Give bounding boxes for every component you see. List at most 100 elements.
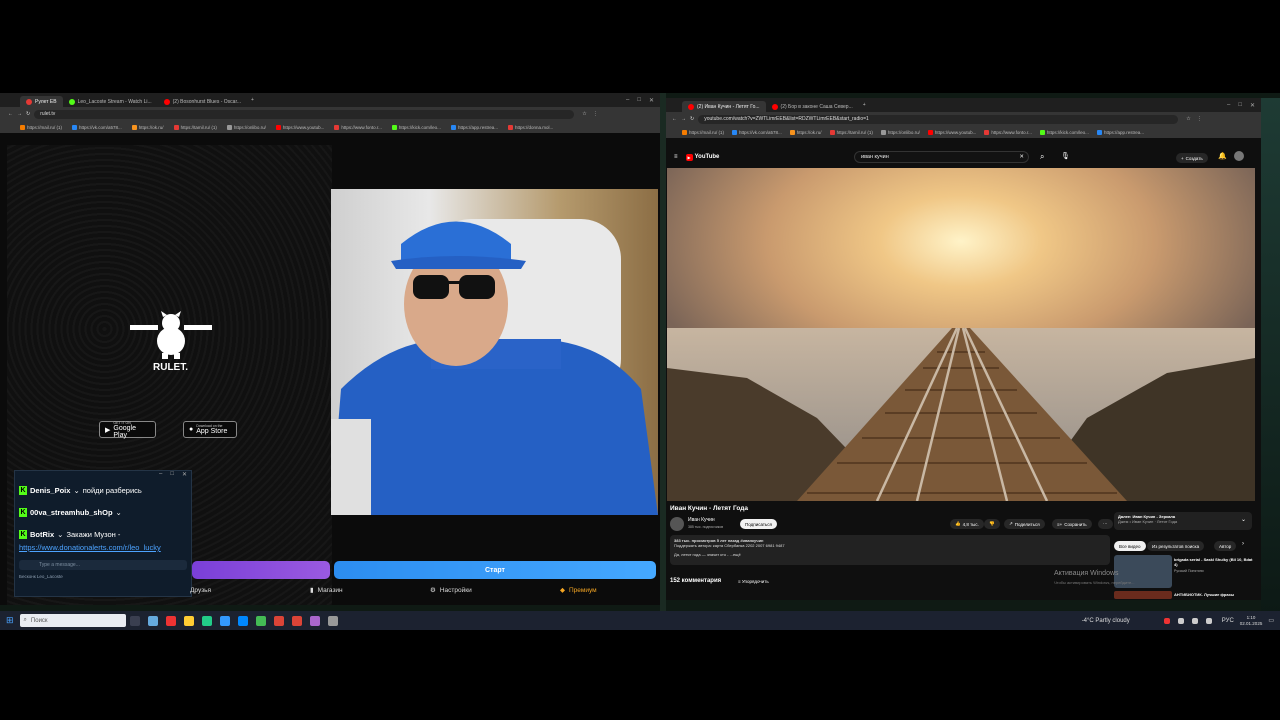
bookmark[interactable]: https://kick.com/leo... [1039, 129, 1089, 135]
recommendation-title[interactable]: brigada serial - Saskl Shulky (Bil 10, B… [1174, 557, 1254, 567]
recommendation-thumbnail[interactable] [1114, 591, 1172, 599]
maximize-icon[interactable]: □ [170, 471, 174, 481]
task-view-icon[interactable] [129, 615, 140, 626]
nav-friends[interactable]: Друзья [190, 587, 310, 594]
save-button[interactable]: ≡+ Сохранить [1052, 519, 1092, 529]
forward-icon[interactable]: → [681, 116, 686, 122]
new-tab-icon[interactable]: + [863, 102, 866, 108]
bookmark[interactable]: https://kick.com/leo... [391, 124, 441, 130]
tray-icon[interactable] [1163, 617, 1170, 624]
bookmark[interactable]: https://www.youtub... [927, 129, 976, 135]
youtube-search-input[interactable]: иван кучин ✕ [854, 151, 1029, 163]
right-url-field[interactable]: youtube.com/watch?v=ZWTLimrEEB&list=RDZW… [698, 114, 1179, 124]
reload-icon[interactable]: ↻ [690, 116, 694, 122]
language-indicator[interactable]: РУС [1222, 618, 1234, 624]
purple-button[interactable] [192, 561, 330, 579]
chat-input[interactable]: Type a message... [19, 560, 187, 570]
mic-icon[interactable]: 🎙 [1061, 152, 1070, 160]
donation-link[interactable]: https://www.donationalerts.com/r/leo_luc… [15, 543, 191, 552]
notification-icon[interactable]: ▭ [1268, 617, 1274, 624]
app-icon[interactable] [201, 615, 212, 626]
taskbar-search-input[interactable]: ⌕ Поиск [19, 614, 126, 627]
create-button[interactable]: + Создать [1176, 153, 1208, 163]
maximize-icon[interactable]: □ [1238, 102, 1242, 108]
minimize-icon[interactable]: – [626, 97, 629, 103]
wifi-icon[interactable] [1191, 617, 1198, 624]
channel-avatar[interactable] [670, 517, 684, 531]
bell-icon[interactable]: 🔔 [1218, 152, 1227, 160]
chrome-icon[interactable] [273, 615, 284, 626]
bookmark[interactable]: https://mail.ru/ (1) [682, 129, 724, 135]
back-icon[interactable]: ← [8, 111, 13, 117]
sort-button[interactable]: ≡ Упорядочить [738, 579, 769, 584]
bookmark[interactable]: https://ok.ru/ [131, 124, 164, 130]
bookmark[interactable]: https://onlibo.ru/ [226, 124, 266, 130]
search-icon[interactable]: ⌕ [1040, 152, 1044, 162]
folder-icon[interactable] [183, 615, 194, 626]
bookmark[interactable]: https://donna.mol... [507, 124, 553, 130]
menu-icon[interactable]: ⋮ [593, 111, 598, 117]
subscribe-button[interactable]: Подписаться [740, 519, 777, 529]
star-icon[interactable]: ☆ [582, 111, 586, 117]
left-tab-0[interactable]: Рулет ЕВ [20, 96, 63, 107]
right-tab-0[interactable]: (2) Иван Кучин - Летят Го... [682, 101, 766, 112]
bookmark[interactable]: https://www.youtub... [275, 124, 324, 130]
app-icon[interactable] [219, 615, 230, 626]
left-tab-2[interactable]: (2) Bosonhurst Blues - Oscar... [158, 96, 247, 107]
recommendation-title[interactable]: АНТИБИОТИК. Лучшие фразы [1174, 592, 1234, 597]
menu-icon[interactable]: ⋮ [1197, 116, 1202, 122]
back-icon[interactable]: ← [672, 116, 677, 122]
chip-author[interactable]: Автор [1214, 541, 1237, 551]
start-button[interactable]: Старт [334, 561, 656, 579]
star-icon[interactable]: ☆ [1186, 116, 1190, 122]
video-player[interactable] [667, 168, 1255, 501]
bookmark[interactable]: https://ok.ru/ [789, 129, 822, 135]
tray-icon[interactable] [1177, 617, 1184, 624]
telegram-icon[interactable] [237, 615, 248, 626]
bookmark[interactable]: https://tamil.ru/ (1) [173, 124, 217, 130]
bookmark[interactable]: https://app.restrea... [450, 124, 498, 130]
app-store-button[interactable]: ● Download on the App Store [183, 421, 237, 438]
new-tab-icon[interactable]: + [251, 97, 254, 103]
google-play-button[interactable]: ▶ GET IT ON Google Play [99, 421, 156, 439]
clock[interactable]: 1:10 02.01.2025 [1240, 615, 1263, 627]
dislike-button[interactable]: 👎 [984, 519, 1000, 529]
minimize-icon[interactable]: – [159, 471, 162, 481]
minimize-icon[interactable]: – [1227, 102, 1230, 108]
nav-premium[interactable]: ◆ Премиум [560, 586, 597, 595]
left-url-field[interactable]: rulet.tv [34, 109, 575, 119]
reload-icon[interactable]: ↻ [26, 111, 30, 117]
bookmark[interactable]: https://vk.com/a578... [72, 124, 122, 130]
channel-name[interactable]: Иван Кучин [688, 517, 715, 523]
close-icon[interactable]: ✕ [1250, 102, 1255, 109]
youtube-logo[interactable]: ▶ YouTube [685, 153, 719, 161]
right-tab-1[interactable]: (2) Бор в законе Саша Север... [766, 101, 859, 112]
hamburger-icon[interactable]: ≡ [674, 154, 678, 160]
chip-search[interactable]: Из результатов поиска [1147, 541, 1205, 551]
close-icon[interactable]: ✕ [182, 471, 187, 481]
like-button[interactable]: 👍 4,8 тыс. [950, 519, 984, 529]
maximize-icon[interactable]: □ [637, 97, 641, 103]
bookmark[interactable]: https://vk.com/a578... [732, 129, 782, 135]
app-icon[interactable] [165, 615, 176, 626]
windows-start-icon[interactable]: ⊞ [6, 615, 14, 626]
app-icon[interactable] [309, 615, 320, 626]
share-button[interactable]: ↗ Поделиться [1004, 519, 1045, 529]
nav-settings[interactable]: ⚙ Настройки [430, 586, 560, 595]
bookmark[interactable]: https://onlibo.ru/ [880, 129, 920, 135]
bookmark[interactable]: https://tamil.ru/ (1) [829, 129, 873, 135]
chevron-right-icon[interactable]: › [1242, 541, 1244, 547]
forward-icon[interactable]: → [17, 111, 22, 117]
app-icon[interactable] [327, 615, 338, 626]
bookmark[interactable]: https://app.restrea... [1096, 129, 1144, 135]
more-actions-icon[interactable]: ⋯ [1098, 519, 1113, 529]
volume-icon[interactable] [1205, 617, 1212, 624]
chip-all[interactable]: Все видео [1114, 541, 1146, 551]
app-icon[interactable] [147, 615, 158, 626]
description-box[interactable]: 383 тыс. просмотров 5 лет назад #иванкуч… [670, 535, 1110, 565]
left-tab-1[interactable]: Leo_Lacoste Stream - Watch Li... [63, 96, 158, 107]
bookmark[interactable]: https://mail.ru/ (1) [20, 124, 62, 130]
bookmark[interactable]: https://www.fonto.r... [984, 129, 1032, 135]
avatar[interactable] [1234, 151, 1244, 161]
app-icon[interactable] [255, 615, 266, 626]
